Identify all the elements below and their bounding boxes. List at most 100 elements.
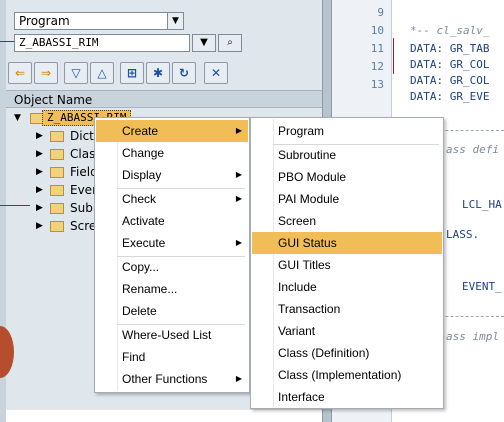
annotation-line — [393, 38, 394, 74]
refresh-button[interactable]: ↻ — [172, 62, 196, 84]
menu-item-label: Find — [122, 350, 146, 364]
menu-item-label: Copy... — [122, 260, 160, 274]
menu-item-label: Where-Used List — [122, 328, 212, 342]
collapsed-arrow-icon[interactable]: ▶ — [36, 167, 43, 177]
menu-item-interface[interactable]: Interface — [252, 386, 442, 408]
menu-item-pbo-module[interactable]: PBO Module — [252, 166, 442, 188]
tree-node-label: Scre — [70, 219, 97, 233]
folder-icon — [50, 203, 64, 214]
line-number: 9 — [377, 6, 384, 19]
object-name-input[interactable]: Z_ABASSI_RIM — [14, 34, 190, 52]
menu-item-gui-status[interactable]: GUI Status — [252, 232, 442, 254]
menu-item-class-definition[interactable]: Class (Definition) — [252, 342, 442, 364]
submenu-arrow-icon: ▶ — [235, 170, 242, 179]
expand-icon: △ — [97, 66, 107, 80]
menu-item-label: Transaction — [278, 302, 341, 316]
settings-button[interactable]: ✱ — [146, 62, 170, 84]
line-number: 12 — [370, 60, 384, 73]
menu-item-label: Subroutine — [278, 148, 337, 162]
menu-item-label: Execute — [122, 236, 166, 250]
menu-item-label: Display — [122, 168, 162, 182]
menu-item-label: GUI Status — [278, 236, 337, 250]
menu-item-label: Program — [278, 124, 325, 138]
collapsed-arrow-icon[interactable]: ▶ — [36, 149, 43, 159]
glasses-icon: ⌕ — [227, 37, 233, 48]
folder-icon — [50, 167, 64, 178]
folder-icon — [50, 131, 64, 142]
collapsed-arrow-icon[interactable]: ▶ — [36, 203, 43, 213]
menu-item-screen[interactable]: Screen — [252, 210, 442, 232]
expanded-arrow-icon[interactable]: ▼ — [14, 113, 21, 123]
menu-item-label: PBO Module — [278, 170, 347, 184]
menu-item-change[interactable]: Change — [96, 142, 248, 164]
menu-item-program[interactable]: Program — [252, 120, 442, 142]
menu-item-label: Other Functions — [122, 372, 208, 386]
display-button[interactable]: ⌕ — [218, 34, 242, 52]
back-button[interactable]: ⇐ — [8, 62, 32, 84]
menu-item-variant[interactable]: Variant — [252, 320, 442, 342]
arrow-right-icon: ⇒ — [40, 66, 52, 80]
submenu-arrow-icon: ▶ — [235, 238, 242, 247]
folder-icon — [50, 149, 64, 160]
menu-item-label: Class (Implementation) — [278, 368, 402, 382]
collapsed-arrow-icon[interactable]: ▶ — [36, 185, 43, 195]
menu-item-activate[interactable]: Activate — [96, 210, 248, 232]
code-fragment: LASS. — [446, 228, 480, 241]
menu-item-label: Screen — [278, 214, 317, 228]
menu-item-display[interactable]: Display ▶ — [96, 164, 248, 186]
menu-item-execute[interactable]: Execute ▶ — [96, 232, 248, 254]
menu-item-rename[interactable]: Rename... — [96, 278, 248, 300]
menu-item-label: Change — [122, 146, 165, 160]
folder-icon — [50, 185, 64, 196]
menu-item-where-used-list[interactable]: Where-Used List — [96, 324, 248, 346]
menu-item-gui-titles[interactable]: GUI Titles — [252, 254, 442, 276]
object-type-dropdown[interactable]: Program ▼ — [14, 12, 184, 30]
annotation-line — [0, 41, 14, 42]
collapsed-arrow-icon[interactable]: ▶ — [36, 221, 43, 231]
submenu-arrow-icon: ▶ — [235, 374, 242, 383]
code-fragment: EVENT_ — [462, 280, 502, 293]
menu-item-create[interactable]: Create ▶ — [96, 120, 248, 142]
object-name-value: Z_ABASSI_RIM — [19, 36, 99, 49]
menu-item-copy[interactable]: Copy... — [96, 256, 248, 278]
menu-item-delete[interactable]: Delete — [96, 300, 248, 322]
menu-item-other-functions[interactable]: Other Functions ▶ — [96, 368, 248, 390]
menu-item-check[interactable]: Check ▶ — [96, 188, 248, 210]
code-fragment: ass impl — [446, 330, 499, 343]
column-header-label: Object Name — [14, 93, 93, 107]
menu-item-subroutine[interactable]: Subroutine — [252, 144, 442, 166]
line-number: 11 — [370, 42, 384, 55]
forward-button[interactable]: ⇒ — [34, 62, 58, 84]
menu-item-transaction[interactable]: Transaction — [252, 298, 442, 320]
menu-item-label: Variant — [278, 324, 316, 338]
refresh-icon: ↻ — [178, 66, 190, 80]
menu-item-label: Include — [278, 280, 317, 294]
hierarchy-icon: ⊞ — [126, 66, 138, 80]
arrow-left-icon: ⇐ — [14, 66, 26, 80]
folder-icon — [50, 221, 64, 232]
menu-item-label: GUI Titles — [278, 258, 331, 272]
menu-item-class-implementation[interactable]: Class (Implementation) — [252, 364, 442, 386]
menu-item-label: Check — [122, 192, 157, 206]
collapsed-arrow-icon[interactable]: ▶ — [36, 131, 43, 141]
code-line: DATA: GR_TAB — [410, 42, 490, 55]
submenu-arrow-icon: ▶ — [235, 194, 242, 203]
chevron-down-icon: ▼ — [200, 37, 208, 48]
object-type-value: Program — [19, 14, 70, 28]
close-button[interactable]: ✕ — [204, 62, 228, 84]
chevron-down-icon[interactable]: ▼ — [167, 13, 183, 29]
collapse-all-button[interactable]: ▽ — [64, 62, 88, 84]
collapse-icon: ▽ — [71, 66, 81, 80]
expand-all-button[interactable]: △ — [90, 62, 114, 84]
menu-item-pai-module[interactable]: PAI Module — [252, 188, 442, 210]
code-line: DATA: GR_COL — [410, 74, 490, 87]
line-number: 13 — [370, 78, 384, 91]
menu-item-find[interactable]: Find — [96, 346, 248, 368]
hierarchy-button[interactable]: ⊞ — [120, 62, 144, 84]
menu-item-include[interactable]: Include — [252, 276, 442, 298]
code-fragment: ass defi — [446, 143, 499, 156]
object-list-dropdown-button[interactable]: ▼ — [192, 34, 216, 52]
gear-icon: ✱ — [152, 66, 164, 80]
code-line: DATA: GR_COL — [410, 58, 490, 71]
menu-item-label: Create — [122, 124, 159, 138]
